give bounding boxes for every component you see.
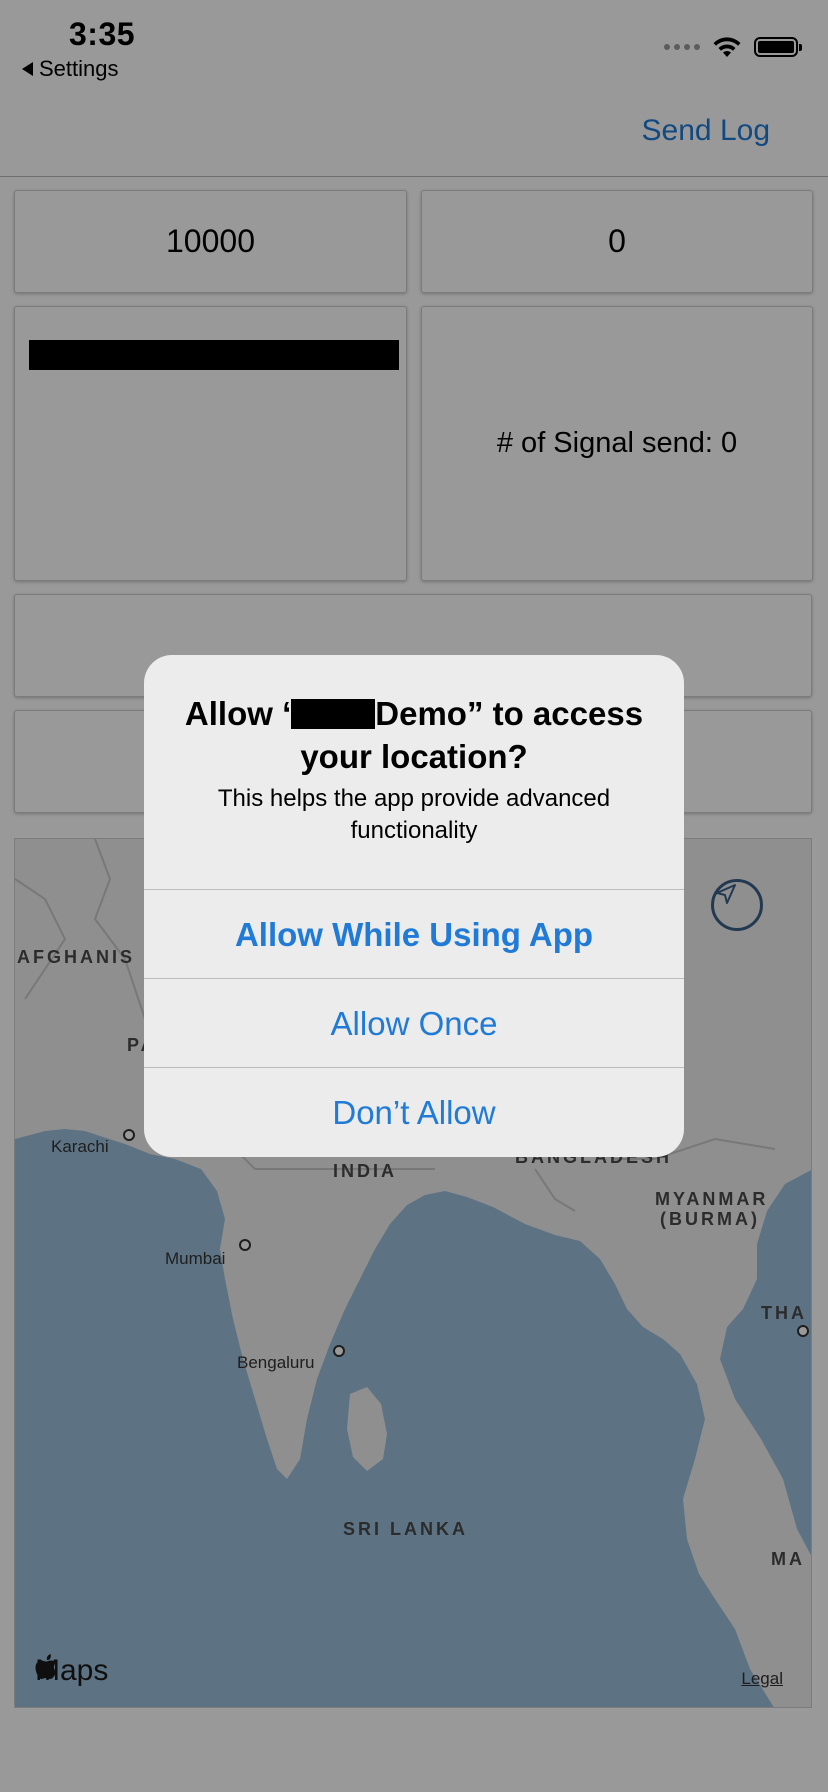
app-screen: 3:35 Settings Send Log 10000 0 # of Sign… [0, 0, 828, 1792]
location-permission-alert: Allow ‘Demo” to access your location? Th… [144, 655, 684, 1157]
alert-divider-2 [144, 978, 684, 979]
allow-once-button[interactable]: Allow Once [144, 980, 684, 1068]
alert-title: Allow ‘Demo” to access your location? [164, 692, 664, 778]
alert-message: This helps the app provide advanced func… [217, 785, 611, 844]
redacted-app-name [291, 699, 376, 729]
allow-while-using-app-button[interactable]: Allow While Using App [144, 891, 684, 979]
alert-title-prefix: Allow ‘ [184, 695, 292, 732]
alert-divider-1 [144, 889, 684, 890]
alert-divider-3 [144, 1067, 684, 1068]
dont-allow-button[interactable]: Don’t Allow [144, 1069, 684, 1157]
